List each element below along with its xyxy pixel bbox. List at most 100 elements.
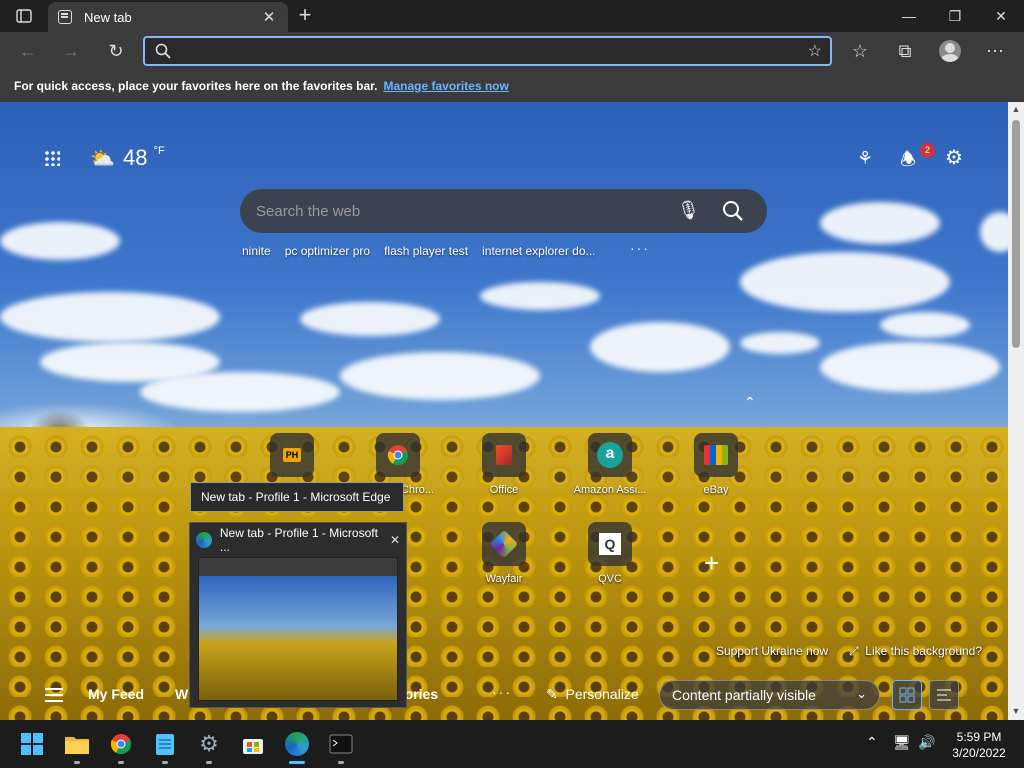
trending-item[interactable]: flash player test <box>384 244 468 258</box>
chrome-icon <box>110 734 131 755</box>
maximize-button[interactable]: ❐ <box>932 0 978 32</box>
preview-thumbnail[interactable] <box>198 557 398 701</box>
tab-new-tab[interactable]: New tab ✕ <box>48 2 288 32</box>
forward-button[interactable]: → <box>56 37 86 65</box>
taskbar-chrome[interactable] <box>105 728 137 764</box>
settings-gear-icon[interactable]: ⚙ <box>945 145 963 170</box>
network-icon[interactable]: 🖥 <box>893 734 911 751</box>
taskbar-window-preview[interactable]: New tab - Profile 1 - Microsoft ... ✕ <box>189 522 407 708</box>
quick-link-ph[interactable]: PH <box>252 433 332 484</box>
browser-toolbar: ← → ↻ ☆ ☆ ⧉ ⋯ <box>0 32 1024 70</box>
add-quick-link-icon[interactable]: + <box>704 548 719 579</box>
amazon-icon: a <box>588 433 632 477</box>
taskbar-tooltip: New tab - Profile 1 - Microsoft Edge <box>190 482 404 512</box>
feed-navigation: My Feed W tories ··· ✎ Personalize Conte… <box>0 680 1008 716</box>
new-tab-button[interactable]: + <box>292 3 318 29</box>
settings-icon: ⚙ <box>199 731 219 756</box>
scroll-thumb[interactable] <box>1012 120 1020 348</box>
trending-item[interactable]: internet explorer do... <box>482 244 595 258</box>
list-layout-button[interactable] <box>929 680 959 710</box>
chevron-up-icon[interactable]: ⌃ <box>744 394 756 411</box>
taskbar-terminal[interactable] <box>325 728 357 764</box>
menu-icon[interactable] <box>45 688 63 702</box>
trending-item[interactable]: ninite <box>242 244 271 258</box>
notification-badge: 2 <box>920 143 935 158</box>
trending-item[interactable]: pc optimizer pro <box>285 244 370 258</box>
notepad-icon <box>156 734 174 755</box>
feed-more-icon[interactable]: ··· <box>492 684 512 700</box>
quick-link-wayfair[interactable]: Wayfair <box>464 522 544 585</box>
app-launcher-icon[interactable] <box>44 150 60 166</box>
profile-avatar[interactable] <box>939 40 961 62</box>
address-bar[interactable]: ☆ <box>143 36 832 66</box>
collections-icon[interactable]: ⧉ <box>890 37 920 65</box>
notifications-icon[interactable]: 🕭 <box>900 147 916 177</box>
tab-actions-icon[interactable] <box>10 6 38 26</box>
search-icon[interactable] <box>722 200 744 222</box>
quick-link-ebay[interactable]: eBay <box>676 433 756 496</box>
taskbar-edge[interactable] <box>281 728 313 764</box>
qvc-icon: Q <box>588 522 632 566</box>
tab-feed-second[interactable]: W <box>175 686 188 702</box>
favorites-icon[interactable]: ☆ <box>845 37 875 65</box>
list-icon <box>937 689 951 701</box>
wayfair-icon <box>482 522 526 566</box>
rewards-icon[interactable]: ⚘ <box>857 148 873 169</box>
clock-time: 5:59 PM <box>956 730 1002 744</box>
taskbar-settings[interactable]: ⚙ <box>193 728 225 764</box>
support-ukraine-link[interactable]: Support Ukraine now <box>716 644 828 658</box>
add-favorite-icon[interactable]: ☆ <box>808 41 822 61</box>
new-tab-favicon-icon <box>58 10 72 24</box>
grid-layout-button[interactable] <box>892 680 922 710</box>
quick-link-office[interactable]: Office <box>464 433 544 496</box>
content-visibility-dropdown[interactable]: Content partially visible ⌄ <box>659 680 880 710</box>
favorites-bar-message: For quick access, place your favorites h… <box>14 79 378 93</box>
manage-favorites-link[interactable]: Manage favorites now <box>383 79 508 93</box>
refresh-button[interactable]: ↻ <box>101 37 131 65</box>
store-icon <box>243 739 263 754</box>
taskbar-notepad[interactable] <box>149 728 181 764</box>
more-menu-icon[interactable]: ⋯ <box>980 37 1010 65</box>
chrome-icon <box>376 433 420 477</box>
chevron-down-icon: ⌄ <box>856 686 867 701</box>
tab-strip: New tab ✕ + — ❐ ✕ <box>0 0 1024 32</box>
windows-logo-icon <box>21 733 43 755</box>
system-clock[interactable]: 5:59 PM 3/20/2022 <box>944 729 1014 761</box>
ph-icon: PH <box>270 433 314 477</box>
trending-more-icon[interactable]: ··· <box>630 240 650 256</box>
trending-searches: ninite pc optimizer pro flash player tes… <box>242 244 596 258</box>
office-icon <box>482 433 526 477</box>
web-search-box[interactable]: 🎙 <box>240 189 767 233</box>
taskbar-file-explorer[interactable] <box>61 728 93 764</box>
taskbar-store[interactable] <box>237 728 269 760</box>
microphone-icon[interactable]: 🎙 <box>677 200 700 221</box>
preview-close-icon[interactable]: ✕ <box>390 533 400 547</box>
page-scrollbar[interactable]: ▲ ▼ <box>1008 102 1024 720</box>
weather-temperature[interactable]: 48 °F <box>123 145 165 171</box>
web-search-input[interactable] <box>256 201 656 221</box>
tab-close-button[interactable]: ✕ <box>260 8 278 26</box>
search-icon <box>155 43 171 59</box>
edge-icon <box>196 532 212 548</box>
expand-icon: ⤢ <box>849 644 859 658</box>
volume-icon[interactable]: 🔊 <box>918 734 935 751</box>
personalize-button[interactable]: ✎ Personalize <box>546 686 639 703</box>
terminal-icon <box>329 734 353 754</box>
tab-my-feed[interactable]: My Feed <box>88 686 144 702</box>
ebay-icon <box>694 433 738 477</box>
windows-taskbar: ⚙ ⌃ 🖥 🔊 5:59 PM 3/20/2022 <box>0 720 1024 768</box>
preview-title: New tab - Profile 1 - Microsoft ... <box>219 526 378 554</box>
chevron-up-icon[interactable]: ⌃ <box>866 734 878 751</box>
scroll-up-icon[interactable]: ▲ <box>1008 104 1024 114</box>
tab-title: New tab <box>84 9 132 25</box>
window-close-button[interactable]: ✕ <box>978 0 1024 32</box>
clock-date: 3/20/2022 <box>952 746 1006 760</box>
scroll-down-icon[interactable]: ▼ <box>1008 706 1024 716</box>
minimize-button[interactable]: — <box>886 0 932 32</box>
quick-link-qvc[interactable]: Q QVC <box>570 522 650 585</box>
like-background-link[interactable]: ⤢ Like this background? <box>849 644 982 659</box>
address-input[interactable] <box>179 41 799 61</box>
quick-link-amazon[interactable]: a Amazon Assi... <box>570 433 650 496</box>
start-button[interactable] <box>16 728 48 760</box>
back-button[interactable]: ← <box>13 37 43 65</box>
